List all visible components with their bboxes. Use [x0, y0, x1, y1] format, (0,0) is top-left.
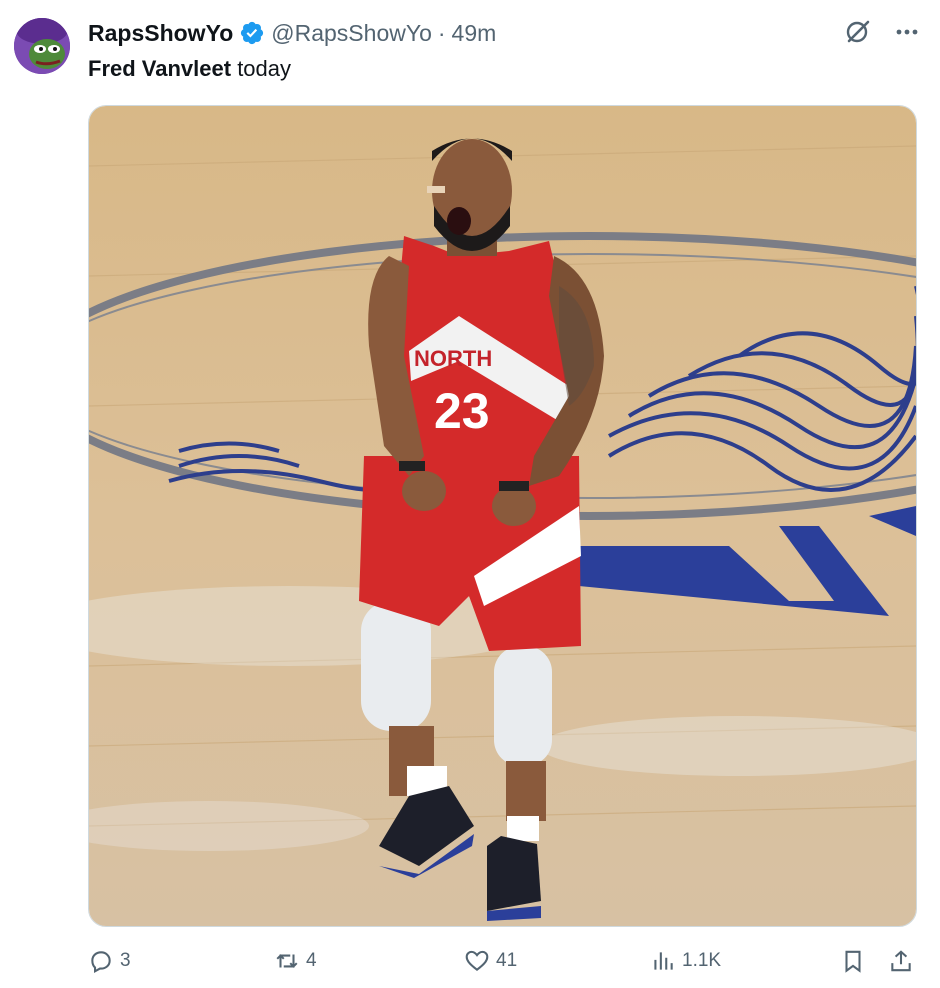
jersey-text: NORTH: [414, 346, 492, 371]
jersey-number: 23: [434, 383, 490, 439]
tweet-card[interactable]: RapsShowYo @RapsShowYo · 49m Fred Vanvle…: [0, 0, 940, 988]
tweet-header: RapsShowYo @RapsShowYo · 49m: [88, 18, 920, 48]
tweet-text: Fred Vanvleet today: [88, 56, 291, 82]
reply-icon: [91, 951, 111, 974]
share-button[interactable]: [888, 948, 914, 974]
tweet-text-bold: Fred Vanvleet: [88, 56, 232, 81]
like-button[interactable]: 41: [464, 948, 517, 974]
bookmark-icon: [845, 950, 861, 973]
handle[interactable]: @RapsShowYo: [271, 20, 432, 47]
grok-icon[interactable]: [844, 18, 872, 46]
views-chart-icon: [654, 952, 673, 970]
reply-count: 3: [120, 950, 131, 971]
tweet-text-rest: today: [231, 56, 292, 81]
share-icon: [891, 950, 911, 972]
basketball-player-celebrating-image: NORTH 23: [89, 106, 916, 926]
repost-button[interactable]: 4: [274, 948, 317, 974]
separator-dot: ·: [437, 19, 446, 46]
verified-badge-icon: [239, 20, 265, 46]
header-actions: [844, 18, 920, 46]
views-count: 1.1K: [682, 950, 722, 971]
display-name[interactable]: RapsShowYo: [88, 20, 233, 47]
avatar[interactable]: [14, 18, 70, 74]
views-button[interactable]: 1.1K: [650, 948, 721, 974]
heart-icon: [465, 950, 489, 971]
tweet-photo[interactable]: NORTH 23: [88, 105, 917, 927]
repost-count: 4: [306, 950, 317, 971]
pepe-avatar-icon: [14, 18, 70, 74]
bookmark-button[interactable]: [840, 948, 866, 974]
repost-icon: [276, 954, 298, 968]
more-options-icon[interactable]: [894, 19, 920, 45]
action-bar: 3 4 41 1.1K: [88, 944, 918, 984]
timestamp[interactable]: 49m: [452, 20, 497, 47]
like-count: 41: [496, 950, 518, 971]
reply-button[interactable]: 3: [88, 948, 131, 974]
